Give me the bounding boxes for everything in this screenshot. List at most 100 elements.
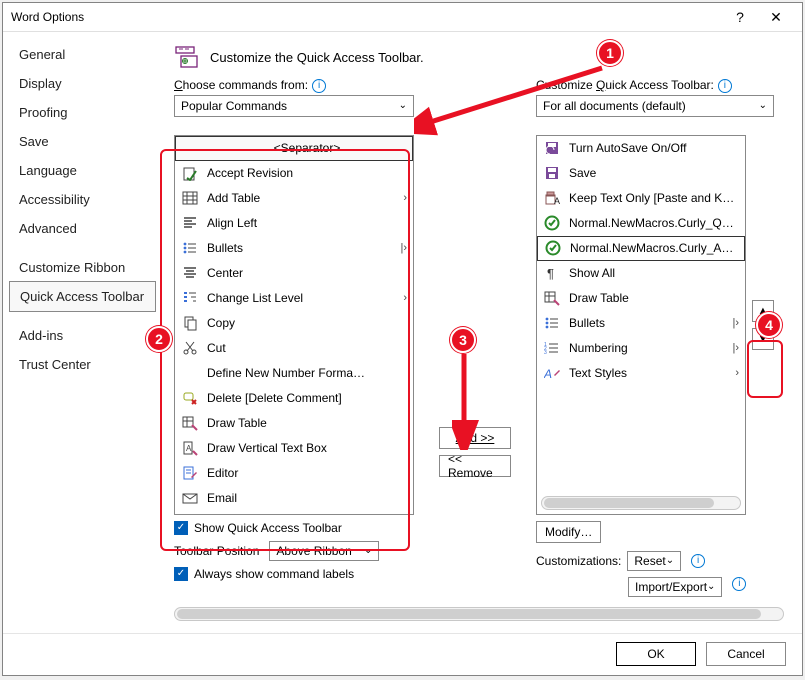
list-item[interactable]: Delete [Delete Comment] — [175, 386, 413, 411]
list-item-label: Add Table — [207, 191, 387, 205]
list-item[interactable]: ADraw Vertical Text Box — [175, 436, 413, 461]
list-item[interactable]: Accept Revision — [175, 161, 413, 186]
bullets-icon — [543, 314, 561, 332]
list-item-label: Change List Level — [207, 291, 387, 305]
submenu-indicator-icon: |› — [395, 242, 407, 254]
nav-add-ins[interactable]: Add-ins — [9, 321, 156, 350]
commands-listbox[interactable]: <Separator> Accept Revision Add Table›Alig… — [174, 135, 414, 515]
nav-quick-access-toolbar[interactable]: Quick Access Toolbar — [9, 281, 156, 312]
toolbar-position-combo[interactable]: Above Ribbon⌄ — [269, 541, 379, 561]
dialog-footer: OK Cancel — [3, 633, 802, 675]
list-item-label: Define New Number Forma… — [207, 366, 407, 380]
center-icon — [181, 264, 199, 282]
list-item[interactable]: ¶Show All — [537, 261, 745, 286]
info-icon[interactable]: i — [718, 79, 732, 93]
list-item-label: Accept Revision — [207, 166, 407, 180]
bullets-icon — [181, 239, 199, 257]
info-icon[interactable]: i — [691, 554, 705, 568]
draw-table-icon — [181, 414, 199, 432]
list-item[interactable]: Cut — [175, 336, 413, 361]
remove-button[interactable]: << Remove — [439, 455, 511, 477]
annotation-4: 4 — [756, 312, 782, 338]
list-item[interactable]: AText Styles› — [537, 361, 745, 386]
reset-button[interactable]: Reset⌄ — [627, 551, 681, 571]
heading-text: Customize the Quick Access Toolbar. — [210, 50, 424, 65]
ok-button[interactable]: OK — [616, 642, 696, 666]
nav-customize-ribbon[interactable]: Customize Ribbon — [9, 253, 156, 282]
table-icon — [181, 189, 199, 207]
nav-proofing[interactable]: Proofing — [9, 98, 156, 127]
numbering-icon: 123 — [543, 339, 561, 357]
text-styles-icon: A — [543, 364, 561, 382]
macro-ok-icon — [543, 214, 561, 232]
customizations-label: Customizations: — [536, 554, 621, 568]
list-level-icon — [181, 289, 199, 307]
chevron-down-icon: ⌄ — [399, 100, 407, 111]
list-item-label: Turn AutoSave On/Off — [569, 141, 739, 155]
list-item[interactable]: <Separator> — [175, 136, 413, 161]
list-item[interactable]: Save — [537, 161, 745, 186]
close-button[interactable]: ✕ — [758, 3, 794, 31]
list-item[interactable]: Bullets|› — [175, 236, 413, 261]
annotation-3: 3 — [450, 327, 476, 353]
list-item[interactable]: Bullets|› — [537, 311, 745, 336]
qat-listbox[interactable]: Turn AutoSave On/Off SaveAKeep Text Only … — [536, 135, 746, 515]
list-item-label: Show All — [569, 266, 739, 280]
list-item[interactable]: AKeep Text Only [Paste and Keep… — [537, 186, 745, 211]
show-qat-checkbox[interactable]: ✓ Show Quick Access Toolbar — [174, 521, 414, 535]
nav-general[interactable]: General — [9, 40, 156, 69]
nav-trust-center[interactable]: Trust Center — [9, 350, 156, 379]
list-item[interactable]: Draw Table — [175, 411, 413, 436]
align-left-icon — [181, 214, 199, 232]
accept-icon — [181, 164, 199, 182]
nav-save[interactable]: Save — [9, 127, 156, 156]
content-horizontal-scrollbar[interactable] — [174, 607, 784, 621]
email-icon — [181, 489, 199, 507]
list-item[interactable]: Normal.NewMacros.Curly_Apost — [537, 236, 745, 261]
list-item-label: Cut — [207, 341, 407, 355]
cancel-button[interactable]: Cancel — [706, 642, 786, 666]
content-pane: Customize the Quick Access Toolbar. Choo… — [162, 32, 802, 633]
save-icon — [543, 164, 561, 182]
list-item[interactable]: Align Left — [175, 211, 413, 236]
nav-accessibility[interactable]: Accessibility — [9, 185, 156, 214]
qat-icon — [174, 44, 200, 70]
list-item[interactable]: Editor — [175, 461, 413, 486]
list-item[interactable]: 123Numbering|› — [537, 336, 745, 361]
nav-advanced[interactable]: Advanced — [9, 214, 156, 243]
always-show-labels-checkbox[interactable]: ✓ Always show command labels — [174, 567, 414, 581]
nav-language[interactable]: Language — [9, 156, 156, 185]
list-item-label: Email — [207, 491, 407, 505]
info-icon[interactable]: i — [732, 577, 746, 591]
svg-text:A: A — [554, 196, 560, 206]
blank-icon — [181, 364, 199, 382]
list-item-label: Bullets — [569, 316, 719, 330]
list-item-label: Numbering — [569, 341, 719, 355]
nav-display[interactable]: Display — [9, 69, 156, 98]
submenu-indicator-icon: › — [727, 367, 739, 379]
keep-text-icon: A — [543, 189, 561, 207]
horizontal-scrollbar[interactable] — [541, 496, 741, 510]
list-item[interactable]: Normal.NewMacros.Curly_Quotes — [537, 211, 745, 236]
help-button[interactable]: ? — [722, 3, 758, 31]
copy-icon — [181, 314, 199, 332]
list-item[interactable]: Change List Level› — [175, 286, 413, 311]
word-options-dialog: Word Options ? ✕ General Display Proofin… — [2, 2, 803, 676]
list-item[interactable]: Email — [175, 486, 413, 511]
delete-icon — [181, 389, 199, 407]
choose-commands-combo[interactable]: Popular Commands⌄ — [174, 95, 414, 117]
list-item-label: Normal.NewMacros.Curly_Quotes — [569, 216, 739, 230]
toolbar-position-label: Toolbar Position — [174, 544, 259, 558]
svg-text:A: A — [186, 444, 192, 453]
list-item[interactable]: Draw Table — [537, 286, 745, 311]
modify-button[interactable]: Modify… — [536, 521, 601, 543]
svg-text:A: A — [544, 367, 552, 381]
annotation-2: 2 — [146, 326, 172, 352]
list-item[interactable]: Define New Number Forma… — [175, 361, 413, 386]
list-item[interactable]: Copy — [175, 311, 413, 336]
list-item[interactable]: Center — [175, 261, 413, 286]
info-icon[interactable]: i — [312, 79, 326, 93]
annotation-arrow-3 — [452, 350, 482, 450]
import-export-button[interactable]: Import/Export⌄ — [628, 577, 722, 597]
list-item[interactable]: Add Table› — [175, 186, 413, 211]
